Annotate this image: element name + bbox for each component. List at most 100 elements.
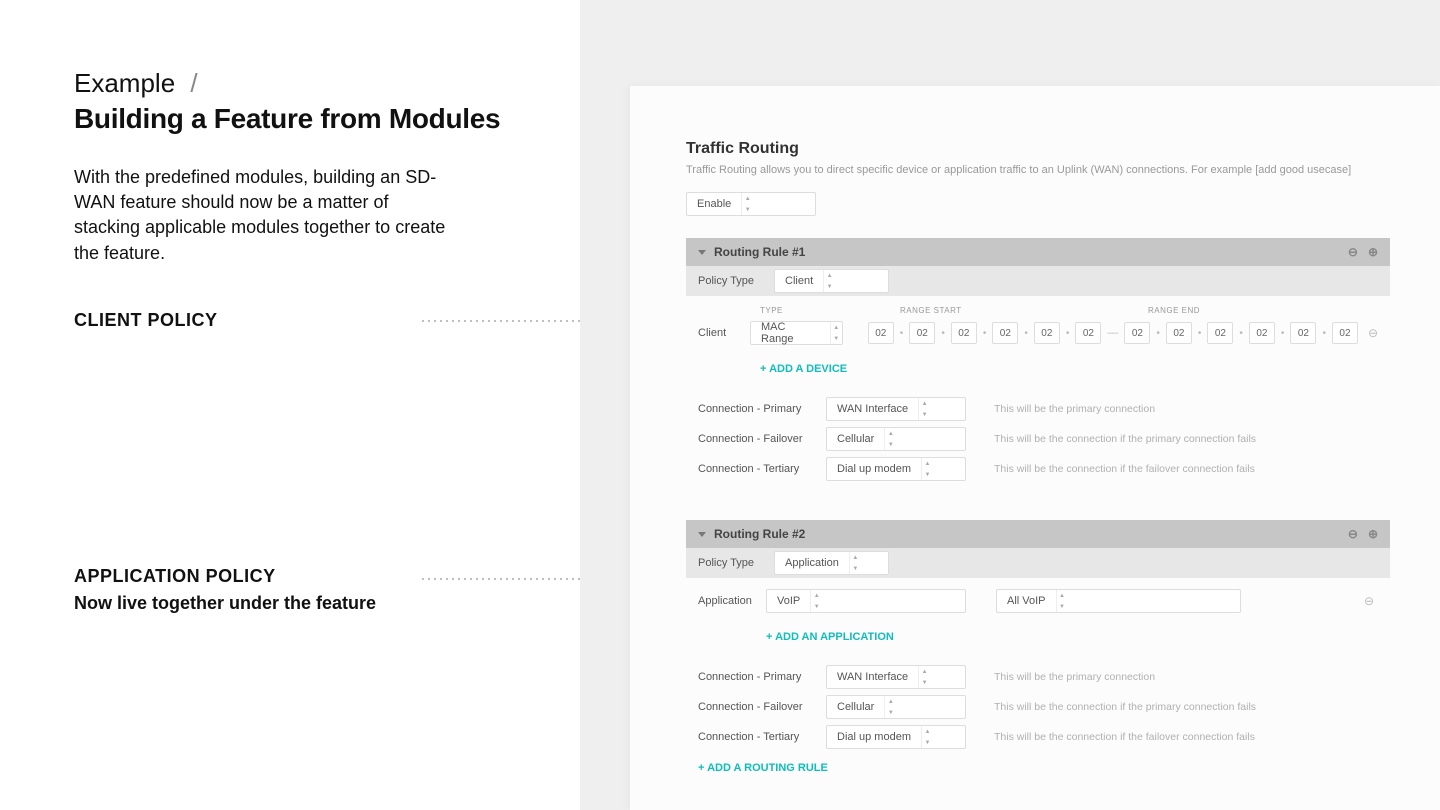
conn-failover-row: Connection - Failover Cellular ▲▼ This w… (698, 692, 1378, 722)
conn-primary-row: Connection - Primary WAN Interface ▲▼ Th… (698, 662, 1378, 692)
drag-rule-icon[interactable]: ⊕ (1368, 527, 1378, 541)
policy-type-label: Policy Type (698, 557, 760, 569)
app-canvas: Traffic Routing Traffic Routing allows y… (580, 0, 1440, 810)
stepper-icon: ▲▼ (741, 193, 753, 215)
rule-1-body: TYPE RANGE START RANGE END Client MAC Ra… (686, 296, 1390, 498)
chevron-down-icon (698, 250, 706, 255)
conn-failover-value: Cellular (827, 696, 884, 718)
conn-tertiary-hint: This will be the connection if the failo… (994, 731, 1255, 743)
rule-2-header[interactable]: Routing Rule #2 ⊖ ⊕ (686, 520, 1390, 548)
mac-octet-input[interactable]: 02 (1166, 322, 1192, 344)
mac-octet-input[interactable]: 02 (951, 322, 977, 344)
conn-primary-row: Connection - Primary WAN Interface ▲▼ Th… (698, 394, 1378, 424)
panel-title: Traffic Routing (686, 140, 1440, 158)
remove-rule-icon[interactable]: ⊖ (1348, 527, 1358, 541)
enable-select[interactable]: Enable ▲▼ (686, 192, 816, 216)
stepper-icon: ▲▼ (1056, 590, 1068, 612)
traffic-routing-panel: Traffic Routing Traffic Routing allows y… (630, 86, 1440, 810)
policy-type-select[interactable]: Client ▲▼ (774, 269, 889, 293)
conn-failover-label: Connection - Failover (698, 433, 826, 445)
mac-octet-input[interactable]: 02 (1124, 322, 1150, 344)
application-policy-sub: Now live together under the feature (74, 593, 376, 614)
stepper-icon: ▲▼ (918, 398, 930, 420)
stepper-icon: ▲▼ (830, 322, 842, 344)
stepper-icon: ▲▼ (884, 428, 896, 450)
application-policy-label: APPLICATION POLICY (74, 566, 376, 587)
conn-failover-select[interactable]: Cellular ▲▼ (826, 695, 966, 719)
page-description: With the predefined modules, building an… (74, 165, 454, 266)
conn-failover-select[interactable]: Cellular ▲▼ (826, 427, 966, 451)
conn-failover-hint: This will be the connection if the prima… (994, 433, 1256, 445)
mac-octet-input[interactable]: 02 (992, 322, 1018, 344)
enable-select-value: Enable (687, 193, 741, 215)
conn-primary-value: WAN Interface (827, 398, 918, 420)
remove-device-icon[interactable]: ⊖ (1368, 326, 1378, 340)
mac-octet-input[interactable]: 02 (1332, 322, 1358, 344)
col-type-label: TYPE (760, 306, 870, 315)
client-policy-label: CLIENT POLICY (74, 310, 218, 331)
conn-tertiary-hint: This will be the connection if the failo… (994, 463, 1255, 475)
stepper-icon: ▲▼ (921, 726, 933, 748)
client-row: Client MAC Range ▲▼ 02• 02• 02• 02• 02• … (698, 318, 1378, 348)
conn-primary-label: Connection - Primary (698, 403, 826, 415)
conn-tertiary-value: Dial up modem (827, 726, 921, 748)
application-policy-callout: APPLICATION POLICY Now live together und… (74, 566, 376, 614)
conn-primary-select[interactable]: WAN Interface ▲▼ (826, 397, 966, 421)
conn-tertiary-label: Connection - Tertiary (698, 463, 826, 475)
conn-primary-select[interactable]: WAN Interface ▲▼ (826, 665, 966, 689)
add-routing-rule-link[interactable]: + ADD A ROUTING RULE (698, 762, 1378, 774)
client-type-select[interactable]: MAC Range ▲▼ (750, 321, 843, 345)
conn-tertiary-label: Connection - Tertiary (698, 731, 826, 743)
add-device-link[interactable]: + ADD A DEVICE (760, 363, 847, 375)
rule-1-header[interactable]: Routing Rule #1 ⊖ ⊕ (686, 238, 1390, 266)
application-row: Application VoIP ▲▼ All VoIP ▲▼ ⊖ (698, 586, 1378, 616)
stepper-icon: ▲▼ (849, 552, 861, 574)
stepper-icon: ▲▼ (823, 270, 835, 292)
breadcrumb-slash: / (190, 68, 197, 98)
add-application-link[interactable]: + ADD AN APPLICATION (766, 631, 894, 643)
page-title: Building a Feature from Modules (74, 103, 580, 135)
col-range-end-label: RANGE END (1148, 306, 1200, 315)
mac-octet-input[interactable]: 02 (1290, 322, 1316, 344)
app-category-select[interactable]: VoIP ▲▼ (766, 589, 966, 613)
mac-octet-input[interactable]: 02 (1249, 322, 1275, 344)
policy-type-value: Application (775, 552, 849, 574)
mac-range-start: 02• 02• 02• 02• 02• 02 (868, 322, 1102, 344)
mac-octet-input[interactable]: 02 (909, 322, 935, 344)
rule-2-policy-row: Policy Type Application ▲▼ (686, 548, 1390, 578)
rule-2-body: Application VoIP ▲▼ All VoIP ▲▼ ⊖ + ADD … (686, 578, 1390, 788)
mac-octet-input[interactable]: 02 (868, 322, 894, 344)
conn-tertiary-select[interactable]: Dial up modem ▲▼ (826, 457, 966, 481)
application-label: Application (698, 595, 766, 607)
rule-2-title: Routing Rule #2 (714, 527, 805, 541)
remove-app-icon[interactable]: ⊖ (1364, 594, 1378, 608)
mac-octet-input[interactable]: 02 (1075, 322, 1101, 344)
policy-type-select[interactable]: Application ▲▼ (774, 551, 889, 575)
rules-container: Routing Rule #1 ⊖ ⊕ Policy Type Client ▲… (686, 238, 1390, 788)
breadcrumb: Example / (74, 68, 580, 99)
drag-rule-icon[interactable]: ⊕ (1368, 245, 1378, 259)
range-dash: — (1107, 327, 1118, 339)
col-range-start-label: RANGE START (900, 306, 1120, 315)
conn-primary-hint: This will be the primary connection (994, 671, 1155, 683)
mac-octet-input[interactable]: 02 (1207, 322, 1233, 344)
conn-tertiary-row: Connection - Tertiary Dial up modem ▲▼ T… (698, 454, 1378, 484)
stepper-icon: ▲▼ (921, 458, 933, 480)
policy-type-value: Client (775, 270, 823, 292)
app-value-select[interactable]: All VoIP ▲▼ (996, 589, 1241, 613)
conn-tertiary-select[interactable]: Dial up modem ▲▼ (826, 725, 966, 749)
stepper-icon: ▲▼ (918, 666, 930, 688)
panel-description: Traffic Routing allows you to direct spe… (686, 164, 1386, 176)
conn-failover-hint: This will be the connection if the prima… (994, 701, 1256, 713)
mac-octet-input[interactable]: 02 (1034, 322, 1060, 344)
policy-type-label: Policy Type (698, 275, 760, 287)
rule-1-policy-row: Policy Type Client ▲▼ (686, 266, 1390, 296)
remove-rule-icon[interactable]: ⊖ (1348, 245, 1358, 259)
client-label: Client (698, 327, 750, 339)
conn-failover-value: Cellular (827, 428, 884, 450)
breadcrumb-text: Example (74, 68, 175, 98)
chevron-down-icon (698, 532, 706, 537)
client-type-value: MAC Range (751, 322, 830, 344)
conn-primary-label: Connection - Primary (698, 671, 826, 683)
stepper-icon: ▲▼ (810, 590, 822, 612)
